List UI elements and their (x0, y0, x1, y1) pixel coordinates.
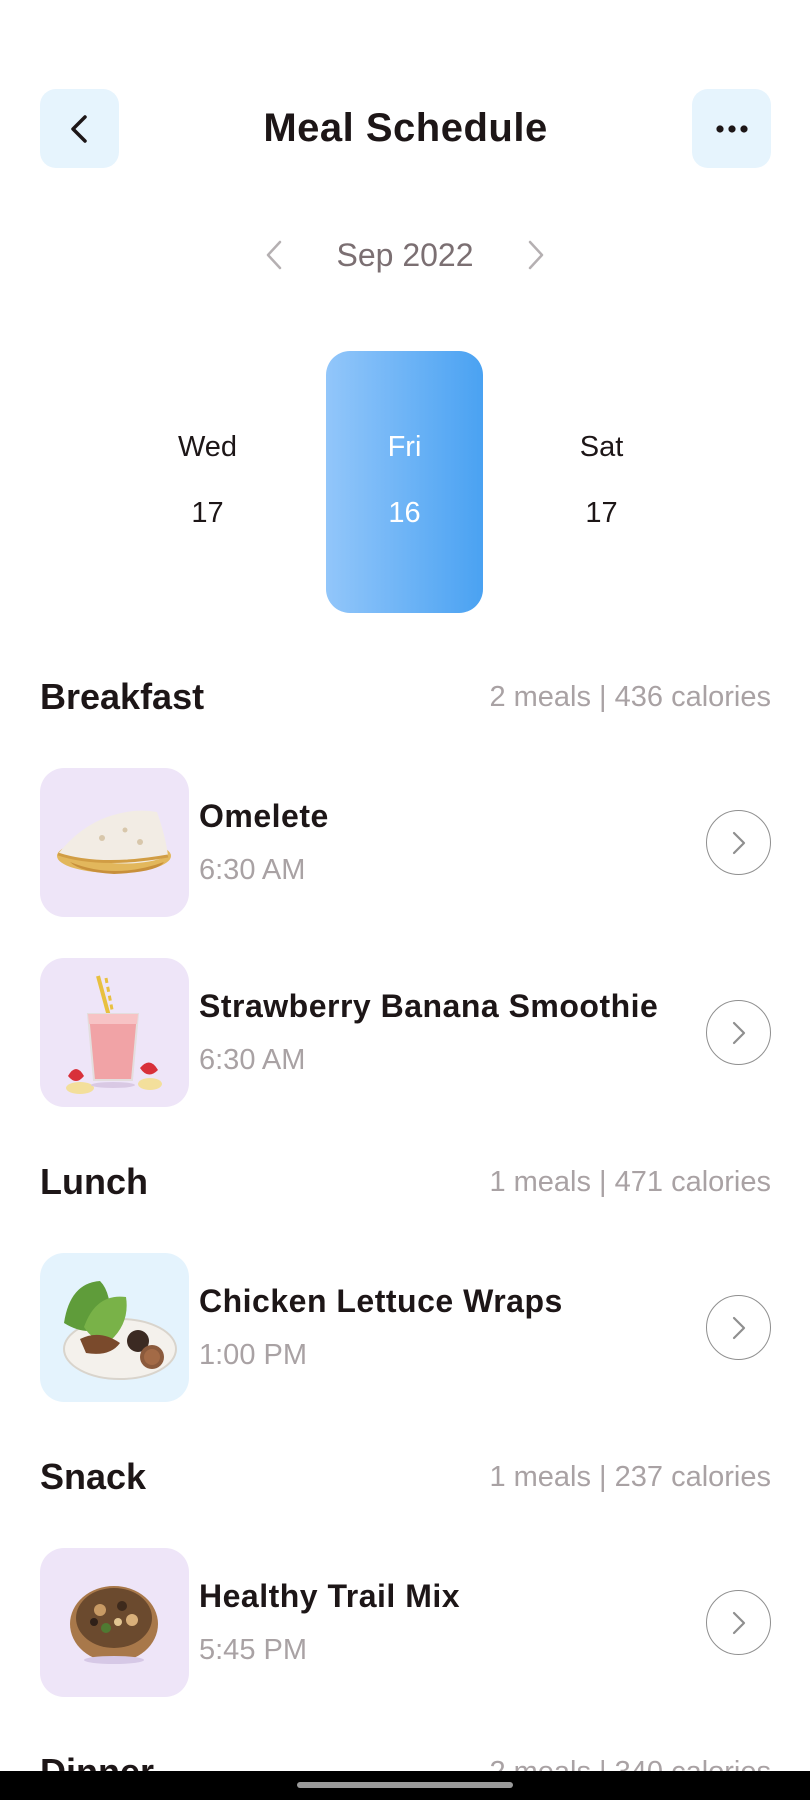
meal-name: Chicken Lettuce Wraps (199, 1283, 563, 1319)
section-title: Snack (40, 1456, 147, 1497)
month-navigator: Sep 2022 (0, 230, 810, 280)
chevron-right-icon (732, 831, 745, 854)
day-number: 17 (585, 497, 618, 529)
meal-item-omelete[interactable]: Omelete 6:30 AM (40, 768, 771, 917)
meal-detail-button[interactable] (706, 1590, 771, 1655)
day-sat[interactable]: Sat 17 (523, 351, 680, 613)
meal-time: 5:45 PM (199, 1634, 307, 1666)
day-wed[interactable]: Wed 17 (129, 351, 286, 613)
month-label: Sep 2022 (336, 236, 474, 273)
section-lunch: Lunch 1 meals | 471 calories (40, 1157, 771, 1207)
day-selector: Wed 17 Fri 16 Sat 17 (0, 351, 810, 613)
meal-name: Strawberry Banana Smoothie (199, 988, 659, 1024)
meal-detail-button[interactable] (706, 1295, 771, 1360)
next-month-button[interactable] (516, 230, 556, 280)
omelete-image (40, 768, 189, 917)
prev-month-button[interactable] (254, 230, 294, 280)
meal-item-smoothie[interactable]: Strawberry Banana Smoothie 6:30 AM (40, 958, 771, 1107)
meal-name: Omelete (199, 798, 329, 834)
day-number: 16 (388, 497, 421, 529)
meal-time: 6:30 AM (199, 1044, 306, 1076)
section-snack: Snack 1 meals | 237 calories (40, 1452, 771, 1502)
meal-name: Healthy Trail Mix (199, 1578, 461, 1614)
chevron-right-icon (732, 1316, 745, 1339)
home-indicator[interactable] (297, 1782, 513, 1788)
day-fri-selected[interactable]: Fri 16 (326, 351, 483, 613)
meal-item-trail-mix[interactable]: Healthy Trail Mix 5:45 PM (40, 1548, 771, 1697)
section-breakfast: Breakfast 2 meals | 436 calories (40, 672, 771, 722)
section-title: Breakfast (40, 676, 205, 717)
chevron-right-icon (732, 1611, 745, 1634)
chevron-right-icon (732, 1021, 745, 1044)
header: Meal Schedule (40, 89, 771, 168)
lettuce-wraps-image (40, 1253, 189, 1402)
section-title: Lunch (40, 1161, 148, 1202)
section-summary: 2 meals | 436 calories (489, 681, 771, 713)
section-summary: 1 meals | 471 calories (489, 1166, 771, 1198)
trail-mix-image (40, 1548, 189, 1697)
more-button[interactable] (692, 89, 771, 168)
chevron-right-icon (528, 240, 543, 270)
section-summary: 1 meals | 237 calories (489, 1461, 771, 1493)
chevron-left-icon (267, 240, 282, 270)
day-name: Wed (177, 431, 238, 463)
day-name: Sat (579, 431, 624, 463)
day-name: Fri (387, 431, 422, 463)
page-title: Meal Schedule (263, 106, 548, 150)
meal-item-lettuce-wraps[interactable]: Chicken Lettuce Wraps 1:00 PM (40, 1253, 771, 1402)
meal-detail-button[interactable] (706, 810, 771, 875)
meal-time: 1:00 PM (199, 1339, 307, 1371)
smoothie-image (40, 958, 189, 1107)
system-nav-bar (0, 1771, 810, 1800)
meal-time: 6:30 AM (199, 854, 306, 886)
day-number: 17 (191, 497, 224, 529)
meal-detail-button[interactable] (706, 1000, 771, 1065)
more-horizontal-icon (715, 124, 748, 133)
